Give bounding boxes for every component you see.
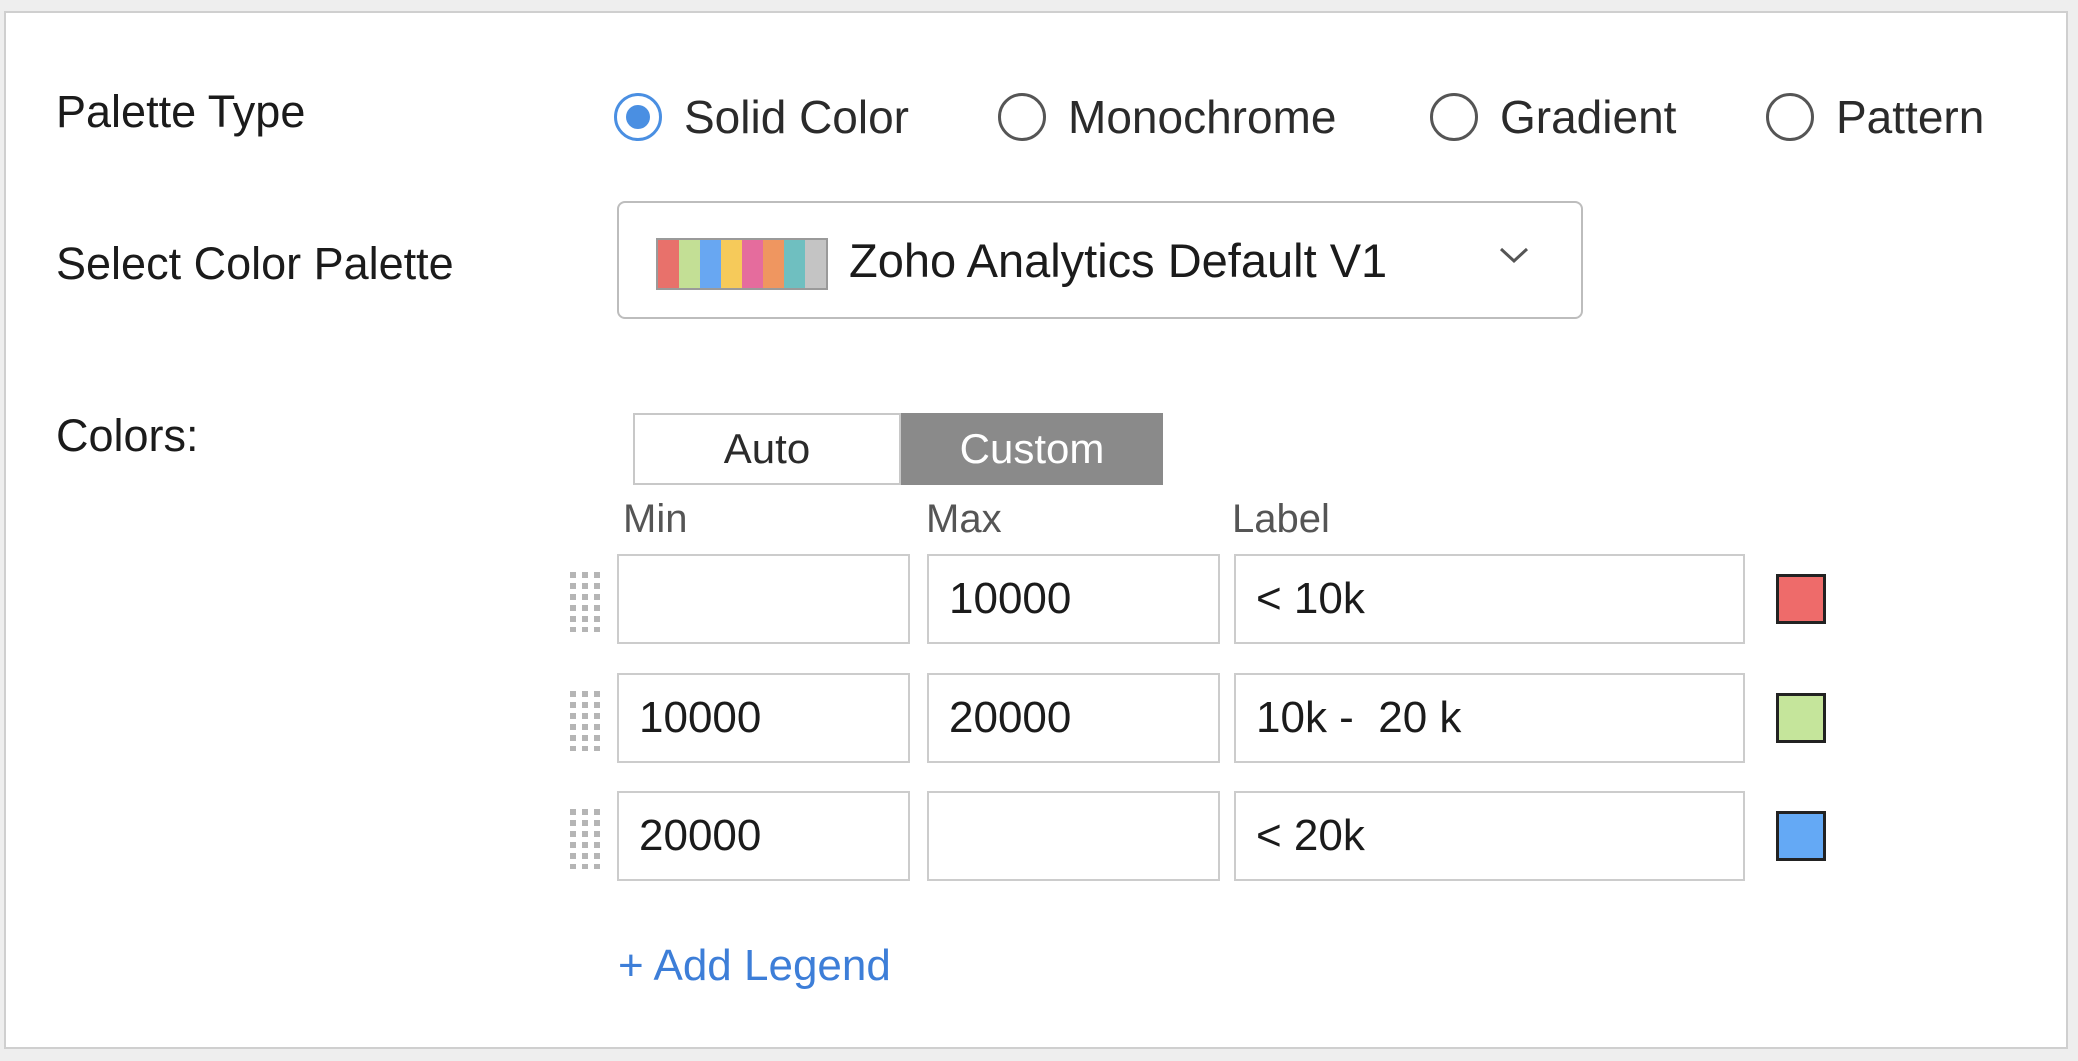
- color-swatch-button[interactable]: [1776, 693, 1826, 743]
- radio-unselected-icon[interactable]: [998, 93, 1046, 141]
- chevron-down-icon[interactable]: [1497, 243, 1531, 267]
- palette-swatch: [784, 240, 805, 288]
- radio-solid-color[interactable]: Solid Color: [614, 87, 909, 147]
- legend-row: [6, 554, 2066, 644]
- auto-button[interactable]: Auto: [633, 413, 901, 485]
- colors-label: Colors:: [56, 410, 199, 461]
- max-input[interactable]: [927, 791, 1220, 881]
- add-legend-link[interactable]: + Add Legend: [618, 941, 891, 991]
- label-column-header: Label: [1232, 497, 1330, 541]
- radio-unselected-icon[interactable]: [1766, 93, 1814, 141]
- palette-swatch: [700, 240, 721, 288]
- label-input[interactable]: [1234, 673, 1745, 763]
- min-input[interactable]: [617, 554, 910, 644]
- max-input[interactable]: [927, 673, 1220, 763]
- min-input[interactable]: [617, 673, 910, 763]
- radio-label: Gradient: [1500, 91, 1677, 143]
- radio-gradient[interactable]: Gradient: [1430, 87, 1676, 147]
- palette-type-label: Palette Type: [56, 86, 306, 137]
- palette-swatch: [805, 240, 826, 288]
- palette-swatch: [763, 240, 784, 288]
- palette-swatch: [721, 240, 742, 288]
- min-input[interactable]: [617, 791, 910, 881]
- max-column-header: Max: [926, 497, 1002, 541]
- legend-row: [6, 673, 2066, 763]
- color-swatch-button[interactable]: [1776, 574, 1826, 624]
- min-column-header: Min: [623, 497, 688, 541]
- color-swatch-button[interactable]: [1776, 811, 1826, 861]
- palette-selected-value: Zoho Analytics Default V1: [849, 234, 1388, 287]
- palette-swatch: [679, 240, 700, 288]
- radio-selected-icon[interactable]: [614, 93, 662, 141]
- palette-swatch: [658, 240, 679, 288]
- color-palette-dropdown[interactable]: Zoho Analytics Default V1: [617, 201, 1583, 319]
- drag-handle-icon[interactable]: [566, 807, 606, 869]
- palette-swatch-preview: [656, 238, 828, 290]
- radio-pattern[interactable]: Pattern: [1766, 87, 1984, 147]
- label-input[interactable]: [1234, 791, 1745, 881]
- radio-monochrome[interactable]: Monochrome: [998, 87, 1336, 147]
- max-input[interactable]: [927, 554, 1220, 644]
- color-mode-toggle: Auto Custom: [633, 413, 1163, 485]
- radio-label: Pattern: [1836, 91, 1985, 143]
- label-input[interactable]: [1234, 554, 1745, 644]
- palette-swatch: [742, 240, 763, 288]
- drag-handle-icon[interactable]: [566, 570, 606, 632]
- select-color-palette-label: Select Color Palette: [56, 238, 454, 289]
- radio-label: Monochrome: [1068, 91, 1337, 143]
- custom-button[interactable]: Custom: [901, 413, 1163, 485]
- radio-unselected-icon[interactable]: [1430, 93, 1478, 141]
- drag-handle-icon[interactable]: [566, 689, 606, 751]
- radio-label: Solid Color: [684, 91, 909, 143]
- palette-settings-panel: Palette Type Solid Color Monochrome Grad…: [4, 11, 2068, 1049]
- legend-row: [6, 791, 2066, 881]
